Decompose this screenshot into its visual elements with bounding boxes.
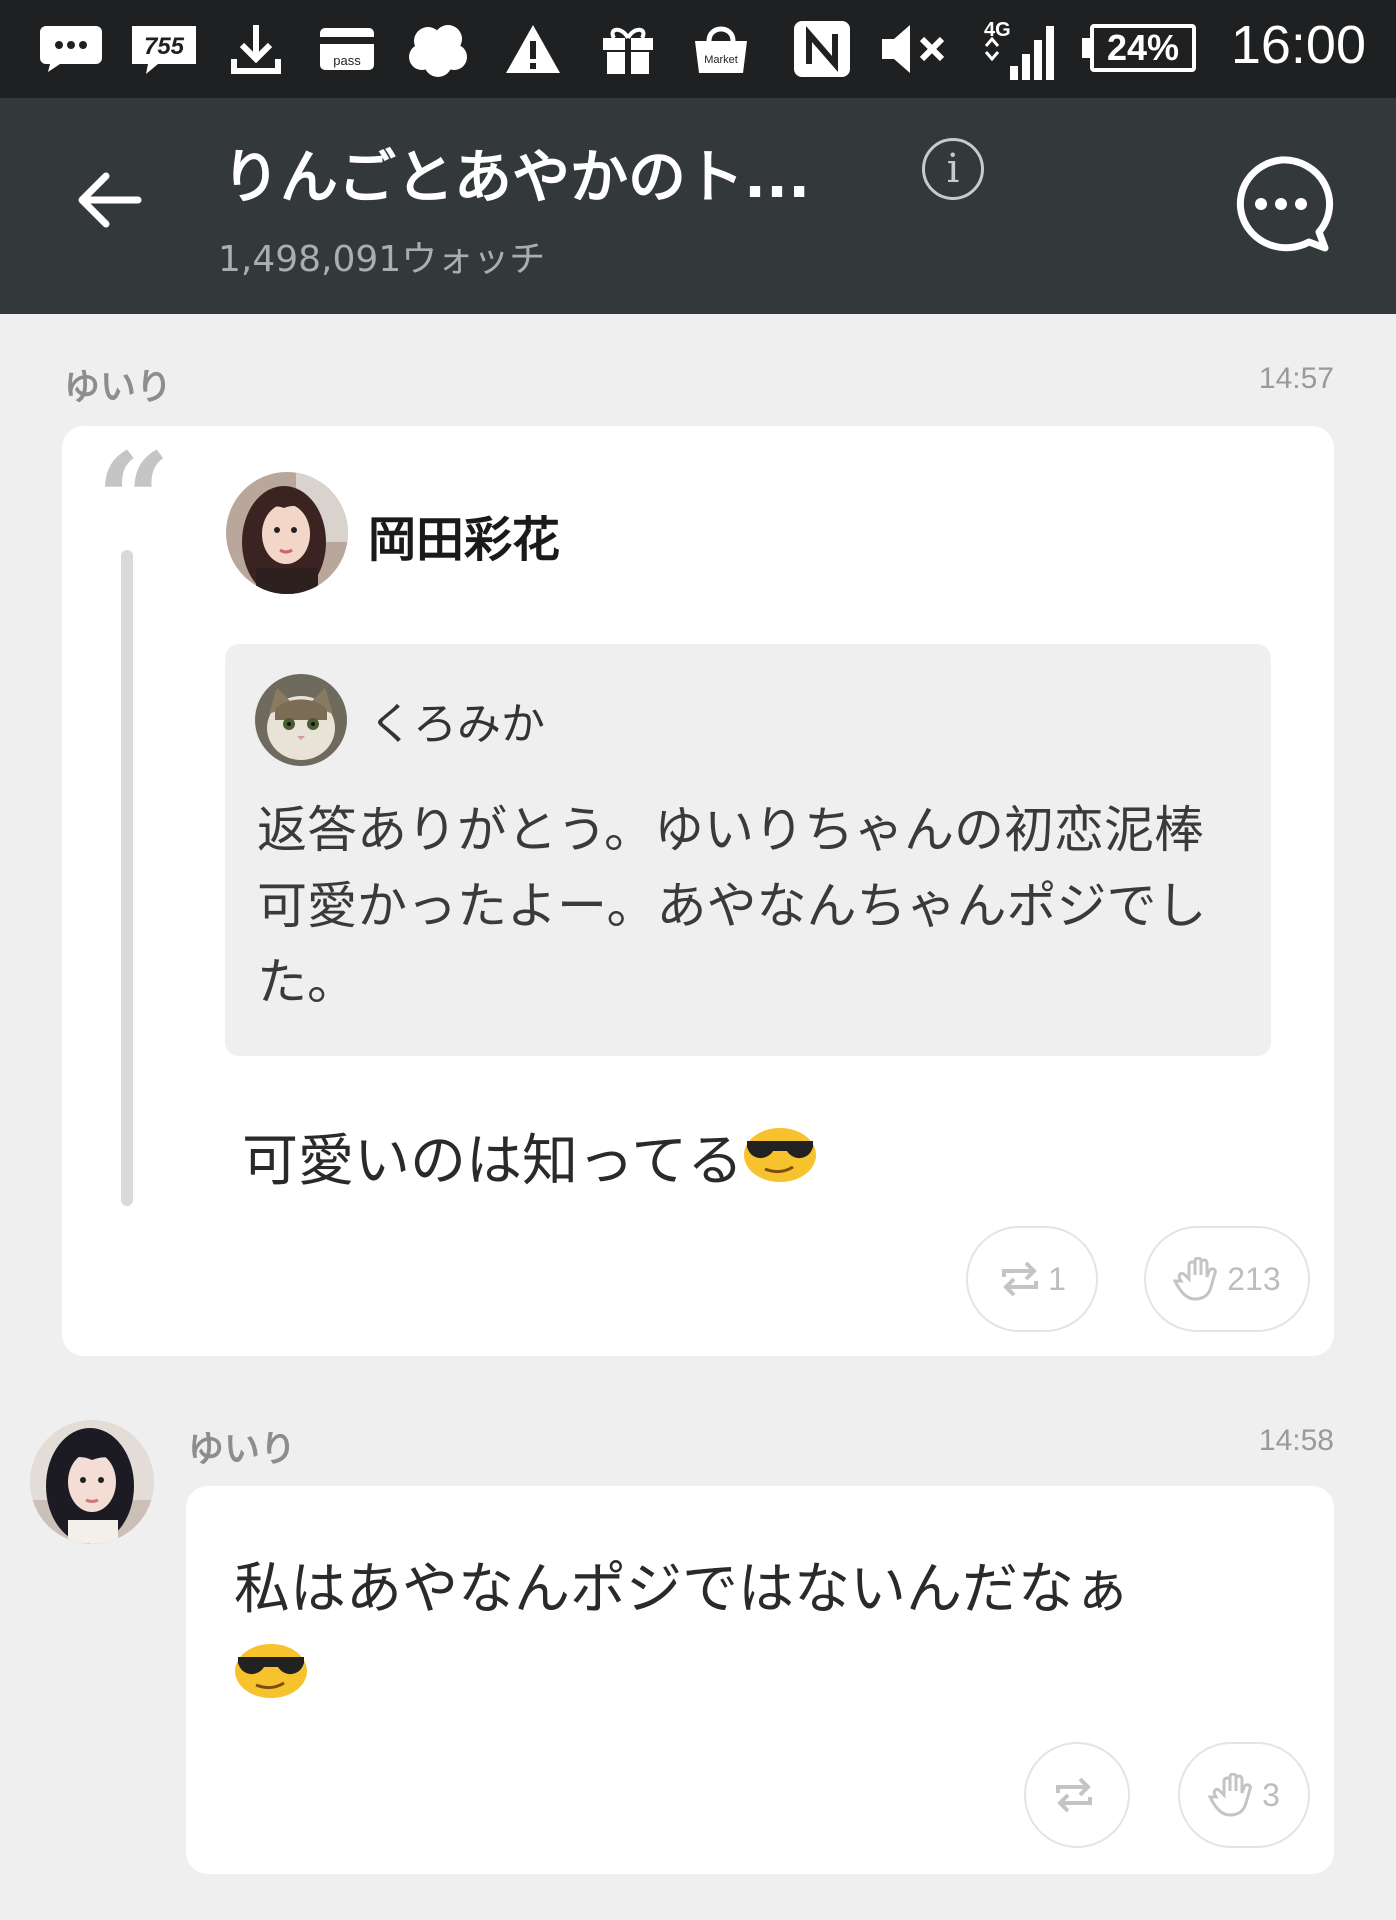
- sunglasses-emoji-icon: [743, 1121, 817, 1209]
- message-body: 可愛いのは知ってる: [242, 1118, 817, 1209]
- back-arrow-icon[interactable]: [70, 160, 150, 240]
- message-card: “ 岡田彩花 くろみか 返答ありがとう。ゆいりちゃんの初恋泥棒可愛かったよー。あ…: [62, 426, 1334, 1356]
- app-755-icon: 755: [128, 18, 200, 80]
- message-time: 14:58: [1258, 1424, 1334, 1457]
- message-text: 可愛いのは知ってる: [242, 1129, 744, 1194]
- repost-button[interactable]: [1024, 1742, 1130, 1848]
- signal-icon: 4G: [980, 18, 1064, 80]
- avatar: [255, 674, 347, 766]
- clap-button[interactable]: 3: [1178, 1742, 1310, 1848]
- repost-icon: [1002, 1261, 1039, 1297]
- download-icon: [226, 18, 286, 80]
- sunglasses-emoji-icon: [234, 1637, 308, 1725]
- room-title: りんごとあやかのト...: [222, 143, 811, 211]
- message-text: 私はあやなんポジではないんだなぁ: [234, 1557, 1130, 1622]
- avatar[interactable]: [226, 472, 348, 594]
- message-sender: ゆいり: [188, 1429, 297, 1470]
- battery-indicator: 24%: [1082, 24, 1196, 72]
- comment-bubble-icon[interactable]: [1226, 152, 1336, 262]
- mute-icon: [878, 18, 948, 80]
- quoted-message[interactable]: くろみか 返答ありがとう。ゆいりちゃんの初恋泥棒可愛かったよー。あやなんちゃんポ…: [225, 644, 1271, 1056]
- status-bar: 755 pass Market 4G 24% 16:00: [0, 0, 1396, 98]
- quoted-author: くろみか: [369, 699, 545, 750]
- room-header: りんごとあやかのト... 1,498,091ウォッチ i: [0, 98, 1396, 314]
- repost-count: 1: [1048, 1260, 1066, 1297]
- gift-icon: [598, 18, 658, 80]
- watch-count: 1,498,091ウォッチ: [218, 239, 546, 280]
- message-time: 14:57: [1258, 362, 1334, 395]
- nfc-icon: [790, 18, 854, 80]
- clap-count: 213: [1227, 1260, 1281, 1297]
- quote-mark-icon: “: [96, 424, 171, 577]
- avatar[interactable]: [30, 1420, 154, 1544]
- clap-hand-icon: [1208, 1773, 1252, 1817]
- clap-count: 3: [1262, 1776, 1280, 1813]
- quote-bar: [121, 550, 133, 1206]
- svg-text:4G: 4G: [984, 19, 1011, 41]
- message-card: 私はあやなんポジではないんだなぁ 3: [186, 1486, 1334, 1874]
- warning-icon: [502, 18, 564, 80]
- svg-text:Market: Market: [704, 54, 738, 66]
- message-sender: ゆいり: [64, 367, 173, 408]
- message-body: 私はあやなんポジではないんだなぁ: [234, 1546, 1274, 1725]
- quoted-text: 返答ありがとう。ゆいりちゃんの初恋泥棒可愛かったよー。あやなんちゃんポジでした。: [257, 801, 1207, 1011]
- market-bag-icon: Market: [688, 18, 754, 80]
- chat-bubble-icon: [36, 18, 106, 80]
- svg-text:755: 755: [144, 33, 185, 60]
- clap-hand-icon: [1173, 1257, 1218, 1301]
- repost-button[interactable]: 1: [966, 1226, 1098, 1332]
- clap-button[interactable]: 213: [1144, 1226, 1310, 1332]
- author-name: 岡田彩花: [368, 512, 561, 568]
- svg-text:pass: pass: [333, 53, 361, 68]
- cloud-app-icon: [406, 18, 472, 80]
- clock: 16:00: [1230, 15, 1366, 75]
- repost-icon: [1056, 1777, 1092, 1813]
- pass-card-icon: pass: [316, 18, 378, 80]
- info-icon[interactable]: i: [922, 138, 984, 200]
